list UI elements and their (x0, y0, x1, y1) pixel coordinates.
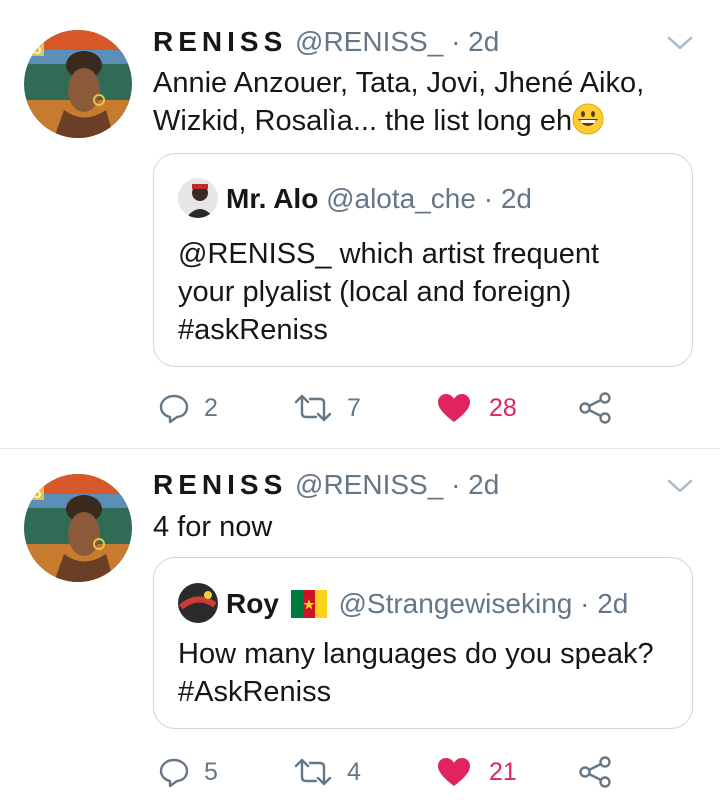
tweet-header: RENISS @RENISS_ · 2d (153, 25, 499, 59)
retweet-icon (294, 394, 332, 422)
display-name[interactable]: RENISS (153, 26, 287, 57)
grinning-face-emoji (572, 103, 604, 135)
quoted-tweet[interactable]: Roy @Strangewiseking · 2d How many langu… (153, 557, 693, 729)
reply-count: 5 (204, 757, 218, 786)
user-handle[interactable]: @RENISS_ (295, 26, 443, 57)
tweet-text: 4 for now (153, 508, 693, 546)
quoted-tweet-text: How many languages do you speak? #AskRen… (178, 635, 678, 711)
heart-icon (438, 394, 470, 422)
avatar[interactable]: ZO (24, 474, 132, 582)
reply-button[interactable]: 5 (158, 752, 218, 792)
retweet-count: 4 (347, 757, 361, 786)
quoted-user-handle: @Strangewiseking (338, 588, 573, 619)
share-button[interactable] (578, 388, 612, 428)
tweet-text-content: Annie Anzouer, Tata, Jovi, Jhené Aiko, W… (153, 67, 645, 137)
separator-dot: · (580, 588, 590, 619)
quoted-avatar (178, 583, 218, 623)
quoted-tweet-text: @RENISS_ which artist frequent your plya… (178, 235, 678, 349)
tweet-text: Annie Anzouer, Tata, Jovi, Jhené Aiko, W… (153, 64, 693, 140)
separator-dot: · (483, 183, 494, 214)
share-button[interactable] (578, 752, 612, 792)
quoted-timestamp: 2d (500, 183, 532, 214)
tweet[interactable]: ZO RENISS @RENISS_ · 2d Annie Anzouer, T… (0, 0, 720, 448)
display-name[interactable]: RENISS (153, 469, 287, 500)
heart-icon (438, 758, 470, 786)
retweet-icon (294, 758, 332, 786)
timestamp[interactable]: 2d (468, 469, 499, 500)
retweet-count: 7 (347, 393, 361, 422)
avatar[interactable]: ZO (24, 30, 132, 138)
quoted-text-line: your plyalist (local and foreign) (178, 276, 572, 308)
reply-icon (159, 394, 189, 424)
chevron-down-icon[interactable] (666, 33, 694, 53)
cameroon-flag-icon (290, 590, 327, 618)
share-icon (579, 392, 611, 424)
quoted-tweet[interactable]: Mr. Alo @alota_che · 2d @RENISS_ which a… (153, 153, 693, 367)
tweet-actions: 5 4 21 (0, 752, 720, 792)
quoted-text-line: #AskReniss (178, 676, 332, 708)
tweet-actions: 2 7 28 (0, 388, 720, 428)
retweet-button[interactable]: 7 (293, 388, 361, 428)
svg-text:ZO: ZO (26, 489, 42, 501)
quoted-text-line: #askReniss (178, 314, 328, 346)
tweet[interactable]: ZO RENISS @RENISS_ · 2d 4 for now Roy @S… (0, 449, 720, 800)
share-icon (579, 756, 611, 788)
like-button[interactable]: 21 (437, 752, 517, 792)
quoted-display-name: Roy (226, 588, 279, 619)
chevron-down-icon[interactable] (666, 476, 694, 496)
svg-text:ZO: ZO (26, 45, 42, 57)
quoted-tweet-header: Mr. Alo @alota_che · 2d (178, 178, 532, 218)
quoted-tweet-header: Roy @Strangewiseking · 2d (178, 583, 628, 623)
reply-icon (159, 758, 189, 788)
retweet-button[interactable]: 4 (293, 752, 361, 792)
quoted-avatar (178, 178, 218, 218)
like-button[interactable]: 28 (437, 388, 517, 428)
tweet-header: RENISS @RENISS_ · 2d (153, 468, 499, 502)
user-handle[interactable]: @RENISS_ (295, 469, 443, 500)
quoted-user-handle: @alota_che (326, 183, 476, 214)
quoted-timestamp: 2d (597, 588, 629, 619)
quoted-display-name: Mr. Alo (226, 183, 319, 214)
reply-count: 2 (204, 393, 218, 422)
tweet-text-content: 4 for now (153, 511, 273, 543)
quoted-text-line: How many languages do you speak? (178, 638, 654, 670)
timestamp[interactable]: 2d (468, 26, 499, 57)
separator-dot: · (451, 469, 461, 500)
quoted-text-line: @RENISS_ which artist frequent (178, 238, 600, 270)
like-count: 28 (489, 393, 517, 422)
separator-dot: · (451, 26, 461, 57)
like-count: 21 (489, 757, 517, 786)
reply-button[interactable]: 2 (158, 388, 218, 428)
